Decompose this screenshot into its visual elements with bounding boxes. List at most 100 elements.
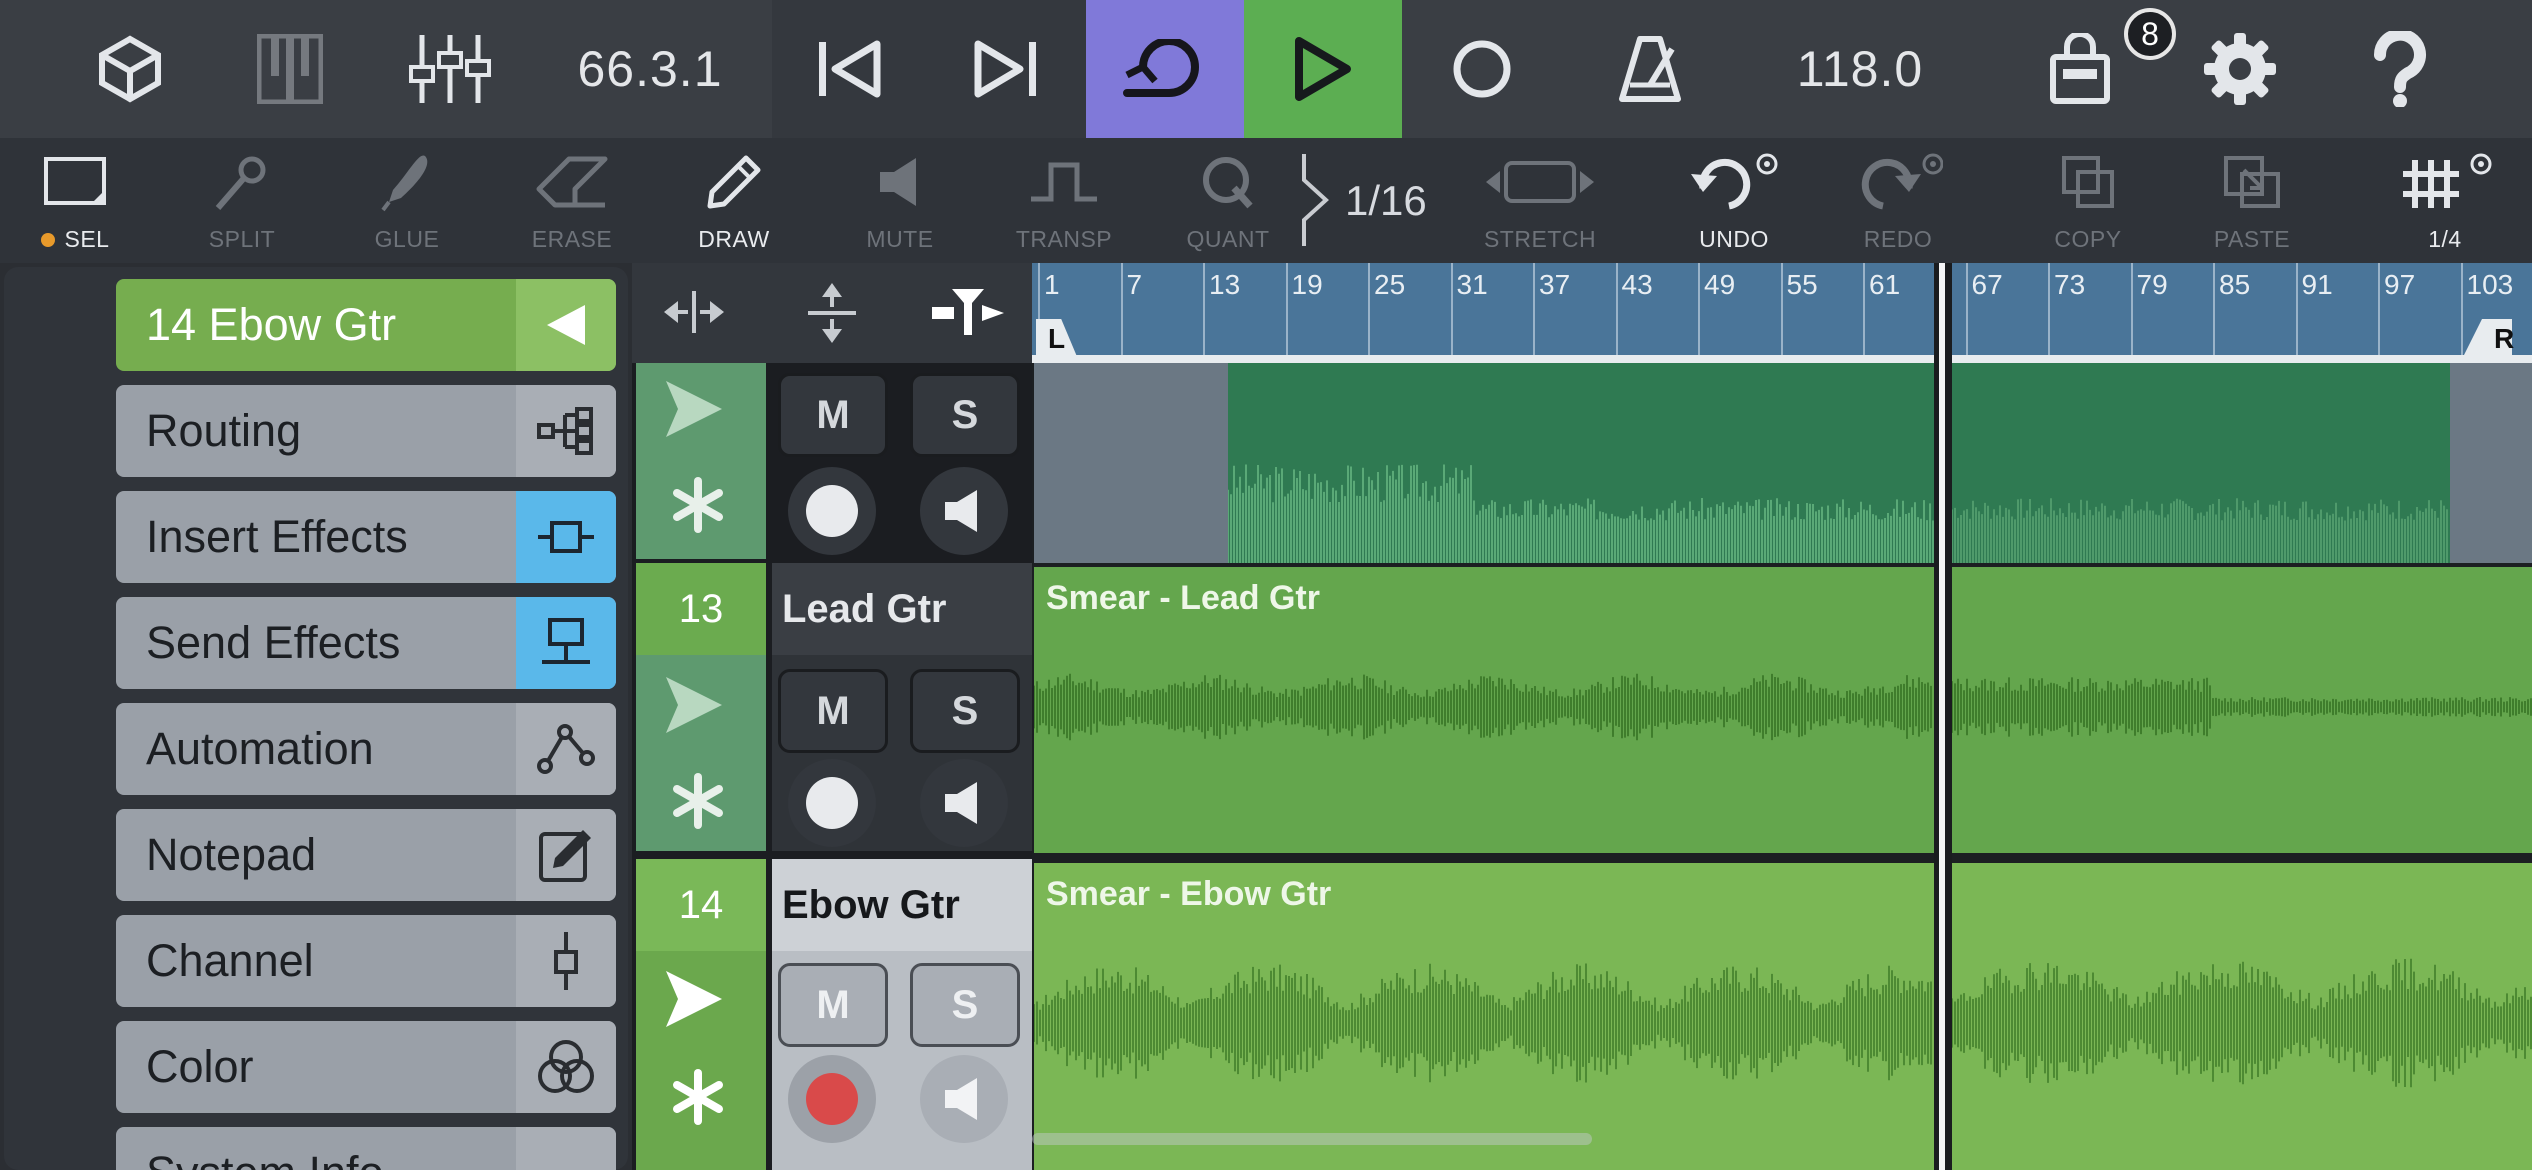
right-locator[interactable]: R bbox=[2494, 323, 2514, 355]
horizontal-scrollbar[interactable] bbox=[1032, 1133, 1592, 1145]
ruler-tick-label: 73 bbox=[2054, 269, 2086, 300]
automation-icon bbox=[516, 703, 616, 795]
follow-playhead-icon[interactable] bbox=[928, 285, 1008, 344]
loop-button[interactable] bbox=[1086, 0, 1244, 138]
menu-color-label: Color bbox=[146, 1041, 254, 1092]
monitor-button[interactable] bbox=[920, 759, 1008, 847]
track-title-button[interactable]: 14 Ebow Gtr bbox=[116, 279, 616, 371]
track-number: 13 bbox=[636, 563, 766, 655]
solo-button[interactable]: S bbox=[910, 669, 1020, 753]
tool-redo[interactable]: REDO bbox=[1818, 138, 1978, 263]
mute-button[interactable]: M bbox=[778, 373, 888, 457]
play-button[interactable] bbox=[1244, 0, 1402, 138]
tool-stretch[interactable]: STRETCH bbox=[1460, 138, 1620, 263]
track-header-14: 14 Ebow Gtr M S bbox=[632, 859, 1032, 1170]
menu-notepad-label: Notepad bbox=[146, 829, 317, 880]
menu-send-effects[interactable]: Send Effects bbox=[116, 597, 616, 689]
track-name[interactable]: Lead Gtr bbox=[772, 563, 1032, 655]
collapse-arrow-icon bbox=[516, 279, 616, 371]
position-display[interactable]: 66.3.1 bbox=[560, 0, 740, 138]
asterisk-icon[interactable] bbox=[666, 769, 730, 838]
skip-forward-icon[interactable] bbox=[955, 0, 1055, 138]
quantize-value[interactable]: 1/16 bbox=[1345, 138, 1427, 263]
shop-bag-icon[interactable] bbox=[2030, 0, 2130, 138]
menu-color[interactable]: Color bbox=[116, 1021, 616, 1113]
vertical-zoom-icon[interactable] bbox=[802, 281, 862, 350]
redo-icon bbox=[1853, 138, 1943, 226]
ruler-tick bbox=[1285, 263, 1288, 355]
mute-button[interactable]: M bbox=[778, 669, 888, 753]
horizontal-zoom-icon[interactable] bbox=[662, 287, 726, 342]
record-arm-button[interactable] bbox=[788, 759, 876, 847]
mixer-faders-icon[interactable] bbox=[405, 0, 495, 138]
clip-ebow-upper-b[interactable] bbox=[1952, 363, 2450, 563]
tool-split[interactable]: SPLIT bbox=[162, 138, 322, 263]
record-button[interactable] bbox=[1432, 0, 1532, 138]
tools-bar: SEL SPLIT GLUE ERASE DRAW MUTE TRANSP QU… bbox=[0, 138, 2532, 263]
monitor-button[interactable] bbox=[920, 1055, 1008, 1143]
tool-copy[interactable]: COPY bbox=[2008, 138, 2168, 263]
paste-icon bbox=[2222, 138, 2282, 226]
solo-button[interactable]: S bbox=[910, 963, 1020, 1047]
tool-glue[interactable]: GLUE bbox=[327, 138, 487, 263]
transport-bar: 66.3.1 118.0 8 bbox=[0, 0, 2532, 138]
cube-icon[interactable] bbox=[80, 0, 180, 138]
tool-mute[interactable]: MUTE bbox=[820, 138, 980, 263]
menu-send-effects-label: Send Effects bbox=[146, 617, 401, 668]
selection-rect-icon bbox=[42, 138, 108, 226]
tool-paste-label: PASTE bbox=[2213, 226, 2291, 252]
send-effects-icon bbox=[516, 597, 616, 689]
menu-channel[interactable]: Channel bbox=[116, 915, 616, 1007]
arrangement-view[interactable]: 1 7 13 19 25 31 37 43 49 55 61 67 73 79 85 91 97 103 L R … bbox=[1032, 263, 2532, 1170]
clip-ebow-gtr-a[interactable]: Smear - Ebow Gtr bbox=[1034, 863, 1934, 1170]
play-track-icon[interactable] bbox=[652, 673, 732, 742]
skip-back-icon[interactable] bbox=[800, 0, 900, 138]
menu-system-info[interactable]: System Info bbox=[116, 1127, 616, 1170]
asterisk-icon[interactable] bbox=[666, 1065, 730, 1134]
play-track-icon[interactable] bbox=[652, 377, 732, 446]
menu-notepad[interactable]: Notepad bbox=[116, 809, 616, 901]
pencil-icon bbox=[706, 138, 762, 226]
track-menu-panel: 14 Ebow Gtr Routing Insert Effects Send … bbox=[0, 263, 632, 1170]
tool-undo[interactable]: UNDO bbox=[1654, 138, 1814, 263]
piano-keys-icon[interactable] bbox=[250, 0, 330, 138]
play-track-icon[interactable] bbox=[652, 967, 732, 1036]
split-divider[interactable] bbox=[1939, 263, 1945, 1170]
gear-icon[interactable] bbox=[2190, 0, 2290, 138]
timeline-ruler[interactable]: 1 7 13 19 25 31 37 43 49 55 61 67 73 79 85 91 97 103 bbox=[1032, 263, 2532, 355]
menu-insert-effects[interactable]: Insert Effects bbox=[116, 491, 616, 583]
tool-erase[interactable]: ERASE bbox=[492, 138, 652, 263]
solo-button[interactable]: S bbox=[910, 373, 1020, 457]
copy-icon bbox=[2060, 138, 2116, 226]
record-arm-button[interactable] bbox=[788, 1055, 876, 1143]
monitor-button[interactable] bbox=[920, 467, 1008, 555]
clip-ebow-upper-a[interactable] bbox=[1228, 363, 1934, 563]
clip-lead-gtr-b[interactable] bbox=[1952, 567, 2532, 853]
record-arm-button[interactable] bbox=[788, 467, 876, 555]
menu-automation[interactable]: Automation bbox=[116, 703, 616, 795]
tool-transpose[interactable]: TRANSP bbox=[984, 138, 1144, 263]
clip-lead-gtr-a[interactable]: Smear - Lead Gtr bbox=[1034, 567, 1934, 853]
tool-grid[interactable]: 1/4 bbox=[2370, 138, 2520, 263]
ruler-tick-label: 49 bbox=[1704, 269, 1736, 300]
asterisk-icon[interactable] bbox=[666, 473, 730, 542]
tool-select-label: SEL bbox=[64, 226, 110, 252]
track-name[interactable]: Ebow Gtr bbox=[772, 859, 1032, 951]
tempo-display[interactable]: 118.0 bbox=[1780, 0, 1940, 138]
ruler-tick-label: 85 bbox=[2219, 269, 2251, 300]
tool-draw[interactable]: DRAW bbox=[654, 138, 814, 263]
left-locator[interactable]: L bbox=[1048, 323, 1065, 355]
menu-insert-effects-label: Insert Effects bbox=[146, 511, 408, 562]
help-icon[interactable] bbox=[2350, 0, 2450, 138]
metronome-icon[interactable] bbox=[1600, 0, 1700, 138]
clip-ebow-gtr-b[interactable] bbox=[1952, 863, 2532, 1170]
tool-quantize[interactable]: QUANT bbox=[1148, 138, 1308, 263]
loop-range-bar[interactable] bbox=[1032, 355, 2532, 363]
tool-select[interactable]: SEL bbox=[0, 138, 150, 263]
shop-badge: 8 bbox=[2124, 8, 2176, 60]
tool-copy-label: COPY bbox=[2054, 226, 2122, 252]
tool-paste[interactable]: PASTE bbox=[2172, 138, 2332, 263]
mute-button[interactable]: M bbox=[778, 963, 888, 1047]
menu-routing[interactable]: Routing bbox=[116, 385, 616, 477]
ruler-tick bbox=[1780, 263, 1783, 355]
